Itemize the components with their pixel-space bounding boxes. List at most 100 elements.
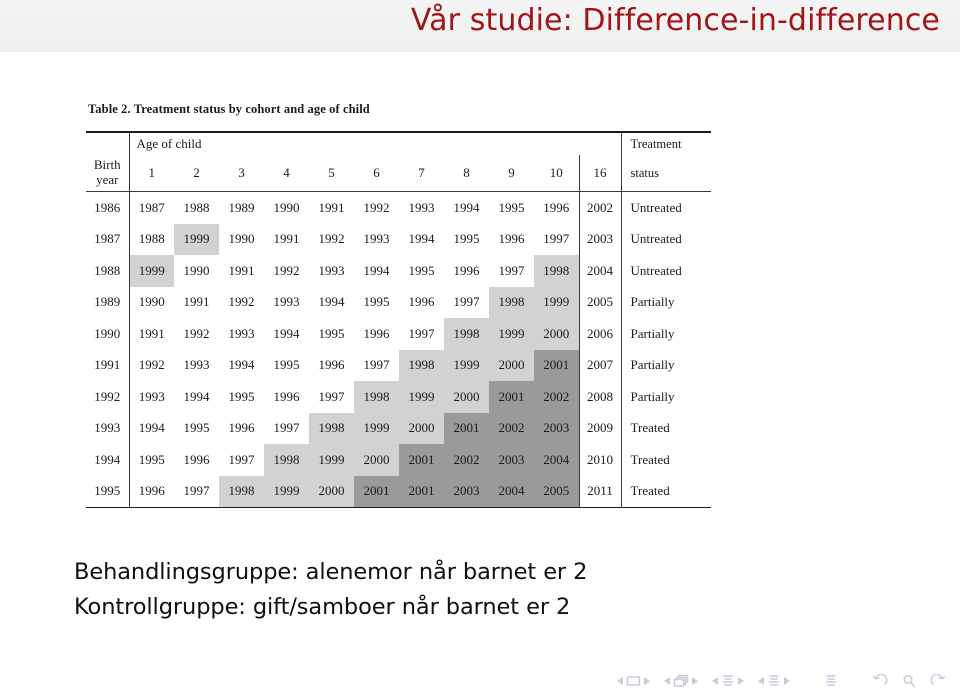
- cell-age-16: 2003: [578, 223, 621, 255]
- cell-age-2: 1999: [174, 223, 219, 255]
- cell-birth-year: 1991: [94, 357, 121, 373]
- cell-age-4: 1999: [264, 475, 309, 508]
- cell-age-9: 2003: [489, 444, 534, 476]
- cell-age-7: 2001: [399, 444, 444, 476]
- cell-age-10: 2003: [534, 412, 579, 444]
- header-age-2: 2: [193, 165, 200, 180]
- cell-age-7: 1997: [408, 325, 435, 341]
- frames-icon[interactable]: [673, 674, 689, 688]
- beamer-navigation-bar[interactable]: [617, 670, 946, 692]
- cell-birth-year: 1994: [94, 451, 121, 467]
- cell-age-1: 1999: [128, 255, 174, 287]
- previous-section-icon[interactable]: [758, 677, 764, 685]
- table-row: 1992 1993 1994 1995 1996 1997 1998 1999 2000 2001…: [86, 381, 711, 413]
- cell-age-1: 1992: [128, 349, 174, 381]
- cell-age-8: 1997: [453, 294, 480, 310]
- subsection-icon[interactable]: [721, 674, 735, 688]
- header-birth-line1: Birth: [93, 157, 121, 172]
- next-subsection-icon[interactable]: [738, 677, 744, 685]
- cell-age-7: 1995: [408, 262, 435, 278]
- previous-frame-icon[interactable]: [664, 677, 670, 685]
- table-rule-cell: [354, 507, 399, 508]
- table-rule-cell: [174, 507, 219, 508]
- cell-age-4: 1991: [273, 231, 300, 247]
- frame-title-bar: Vår studie: Difference-in-difference: [0, 0, 960, 52]
- cell-age-16: 2002: [578, 192, 621, 224]
- cell-birth-year: 1990: [94, 325, 121, 341]
- cell-birth-year: 1992: [94, 388, 121, 404]
- cell-age-8: 2003: [444, 475, 489, 508]
- table-row: 1995 1996 1997 1998 1999 2000 2001 2001 2003 2004…: [86, 475, 711, 508]
- cell-age-4: 1990: [273, 199, 300, 215]
- header-age-10: 10: [549, 165, 563, 180]
- cell-age-1: 1993: [128, 381, 174, 413]
- cell-age-7: 2001: [399, 475, 444, 508]
- cell-age-4: 1997: [273, 420, 300, 436]
- cell-age-4: 1996: [273, 388, 300, 404]
- cell-age-2: 1988: [183, 199, 210, 215]
- table-rule-cell: [86, 507, 129, 508]
- cell-age-10: 2005: [534, 475, 579, 508]
- cell-age-6: 2001: [354, 475, 399, 508]
- header-treatment-status-line1: Treatment: [620, 133, 711, 155]
- cell-treatment-status: Untreated: [620, 192, 711, 224]
- section-navigation-group[interactable]: [758, 674, 790, 688]
- find-magnifier-icon[interactable]: [902, 674, 916, 688]
- table-rule-cell: [399, 507, 444, 508]
- table-header-row: Birth year 1 2 3 4 5 6 7 8 9 10 16 status: [86, 155, 711, 192]
- cell-age-2: 1993: [183, 357, 210, 373]
- table-row: 1990 1991 1992 1993 1994 1995 1996 1997 1998 1999…: [86, 318, 711, 350]
- header-birth-spacer: [86, 133, 129, 155]
- cell-age-9: 2004: [489, 475, 534, 508]
- table-row: 1991 1992 1993 1994 1995 1996 1997 1998 1999 2000…: [86, 349, 711, 381]
- next-frame-icon[interactable]: [692, 677, 698, 685]
- header-birth-line2: year: [96, 172, 119, 187]
- header-age-5: 5: [328, 165, 335, 180]
- cell-age-5: 1994: [318, 294, 345, 310]
- cell-age-6: 2000: [354, 444, 399, 476]
- cell-age-4: 1993: [273, 294, 300, 310]
- header-age-8: 8: [463, 165, 470, 180]
- table-rule-cell: [534, 507, 579, 508]
- section-icon[interactable]: [767, 674, 781, 688]
- cell-age-9: 1998: [489, 286, 534, 318]
- cell-age-9: 2001: [489, 381, 534, 413]
- cell-age-9: 1995: [498, 199, 525, 215]
- cell-age-10: 1997: [543, 231, 570, 247]
- forward-arrow-icon[interactable]: [930, 673, 946, 688]
- previous-subsection-icon[interactable]: [712, 677, 718, 685]
- cell-age-3: 1998: [219, 475, 264, 508]
- cell-age-3: 1990: [228, 231, 255, 247]
- table-rule-cell: [579, 507, 621, 508]
- cell-treatment-status: Untreated: [620, 255, 711, 287]
- header-age-1: 1: [128, 155, 174, 192]
- cell-age-16: 2006: [578, 318, 621, 350]
- cell-age-4: 1995: [273, 357, 300, 373]
- cell-age-7: 1999: [399, 381, 444, 413]
- cell-age-8: 1995: [453, 231, 480, 247]
- slide-icon[interactable]: [626, 675, 641, 687]
- slide-navigation-group[interactable]: [617, 675, 650, 687]
- cell-age-1: 1987: [128, 192, 174, 224]
- presentation-icon[interactable]: [824, 674, 838, 688]
- table-rule-cell: [129, 507, 174, 508]
- cell-age-5: 1998: [309, 412, 354, 444]
- cell-age-7: 1998: [399, 349, 444, 381]
- header-age-16: 16: [578, 155, 621, 192]
- table-row: 1994 1995 1996 1997 1998 1999 2000 2001 2002 2003…: [86, 444, 711, 476]
- cell-age-2: 1992: [183, 325, 210, 341]
- next-section-icon[interactable]: [784, 677, 790, 685]
- cell-age-4: 1992: [273, 262, 300, 278]
- cell-age-1: 1988: [128, 223, 174, 255]
- cell-age-10: 2004: [534, 444, 579, 476]
- cell-age-10: 1998: [534, 255, 579, 287]
- table-row: 1986 1987 1988 1989 1990 1991 1992 1993 1994 1995…: [86, 192, 711, 224]
- slide-body: Table 2. Treatment status by cohort and …: [0, 52, 960, 700]
- frame-navigation-group[interactable]: [664, 674, 698, 688]
- table-caption: Table 2. Treatment status by cohort and …: [88, 102, 706, 117]
- back-arrow-icon[interactable]: [872, 673, 888, 688]
- next-slide-icon[interactable]: [644, 677, 650, 685]
- subsection-navigation-group[interactable]: [712, 674, 744, 688]
- cell-age-9: 1997: [498, 262, 525, 278]
- previous-slide-icon[interactable]: [617, 677, 623, 685]
